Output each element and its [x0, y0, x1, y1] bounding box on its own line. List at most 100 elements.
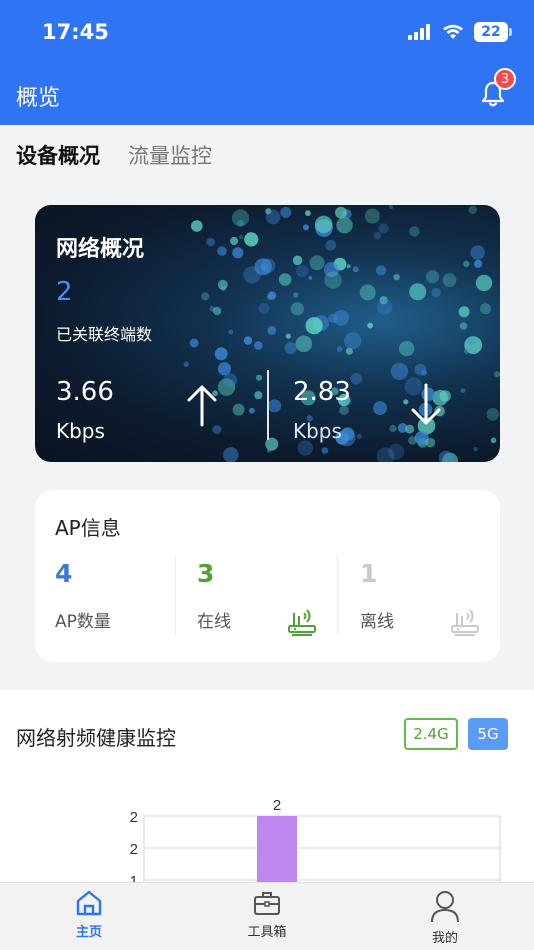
- bokeh-dot: [308, 275, 313, 280]
- bokeh-dot: [278, 273, 292, 286]
- router-online-icon: [288, 609, 316, 636]
- bokeh-dot: [212, 306, 222, 316]
- bokeh-dot: [217, 362, 231, 376]
- bokeh-dot: [474, 259, 483, 268]
- bokeh-dot: [305, 317, 323, 335]
- bokeh-dot: [254, 391, 263, 400]
- ap-divider-1: [175, 555, 176, 635]
- bokeh-dot: [337, 226, 342, 231]
- bokeh-dot: [232, 403, 245, 416]
- bokeh-dot: [464, 348, 470, 354]
- ap-online-value: 3: [197, 559, 215, 588]
- bokeh-dot: [373, 401, 388, 416]
- bokeh-dot: [393, 274, 400, 281]
- bokeh-dot: [409, 283, 427, 301]
- bokeh-dot: [228, 329, 234, 335]
- bokeh-dot: [467, 337, 476, 346]
- bokeh-dot: [284, 342, 297, 354]
- notification-badge: 3: [494, 68, 516, 90]
- bokeh-dot: [336, 217, 353, 234]
- bokeh-dot: [425, 437, 436, 448]
- ap-offline-stat[interactable]: 1 离线: [360, 555, 515, 636]
- band-5g-toggle[interactable]: 5G: [468, 718, 508, 750]
- profile-icon: [431, 891, 459, 923]
- bokeh-dot: [324, 271, 342, 289]
- ap-offline-value: 1: [360, 559, 378, 588]
- bokeh-dot: [217, 279, 228, 290]
- bokeh-dot: [460, 388, 466, 393]
- bokeh-dot: [260, 264, 268, 271]
- radio-health-chart: 2 2 1 2: [0, 780, 534, 882]
- download-speed-unit: Kbps: [293, 419, 342, 443]
- bokeh-dot: [243, 336, 253, 345]
- tab-device-overview[interactable]: 设备概况: [16, 140, 100, 170]
- overview-tabs: 设备概况 流量监控: [16, 140, 212, 170]
- bokeh-dot: [431, 288, 441, 298]
- radio-health-chart-svg: 2 2 1 2: [130, 797, 501, 882]
- bokeh-dot: [425, 270, 440, 284]
- nav-profile-label: 我的: [431, 931, 458, 946]
- ap-info-title: AP信息: [55, 516, 121, 540]
- bokeh-dot: [268, 399, 282, 413]
- tab-traffic-monitor[interactable]: 流量监控: [128, 140, 212, 170]
- bokeh-dot: [244, 232, 259, 247]
- chart-y-tick-label: 2: [130, 841, 138, 858]
- bokeh-dot: [442, 273, 457, 287]
- bokeh-dot: [265, 209, 281, 225]
- bokeh-dot: [223, 373, 238, 388]
- wifi-icon: [443, 24, 463, 39]
- bokeh-dot: [409, 226, 420, 237]
- bokeh-dot: [214, 347, 228, 361]
- network-overview-title: 网络概况: [56, 237, 145, 262]
- bokeh-dot: [364, 208, 380, 224]
- radio-health-title: 网络射频健康监控: [16, 726, 176, 750]
- bokeh-dot: [458, 306, 470, 318]
- bokeh-dot: [480, 303, 491, 315]
- bokeh-dot: [399, 340, 415, 357]
- ap-divider-2: [337, 555, 338, 635]
- chart-data-label: 2: [273, 797, 281, 814]
- bokeh-dot: [325, 239, 337, 251]
- bokeh-dot: [463, 260, 470, 268]
- bokeh-dot: [230, 236, 239, 246]
- chart-y-tick-label: 2: [130, 809, 138, 826]
- bokeh-dot: [336, 346, 343, 352]
- bokeh-dot: [490, 437, 497, 444]
- bokeh-dot: [267, 326, 277, 335]
- bokeh-dot: [486, 408, 500, 421]
- nav-toolbox-label: 工具箱: [247, 925, 287, 940]
- battery-indicator: 22: [474, 22, 512, 42]
- upload-arrow-icon: [187, 385, 217, 427]
- bokeh-dot: [373, 231, 382, 240]
- ap-online-stat[interactable]: 3 在线: [197, 555, 352, 636]
- band-24g-toggle[interactable]: 2.4G: [404, 718, 458, 750]
- bokeh-dot: [255, 374, 263, 381]
- bokeh-dot: [254, 341, 263, 350]
- status-icons: 22: [408, 22, 512, 42]
- ap-online-label: 在线: [197, 612, 231, 632]
- bokeh-dot: [356, 433, 362, 440]
- bokeh-dot: [223, 447, 239, 462]
- ap-total-label: AP数量: [55, 612, 111, 632]
- bokeh-dot: [292, 255, 303, 266]
- bokeh-dot: [285, 333, 291, 339]
- bokeh-dot: [344, 332, 362, 350]
- network-overview-card[interactable]: 网络概况 2 已关联终端数 3.66 Kbps 2.83 Kbps: [35, 205, 500, 462]
- nav-home[interactable]: 主页: [49, 889, 129, 940]
- nav-profile[interactable]: 我的: [405, 889, 485, 946]
- bokeh-dot: [390, 362, 409, 380]
- bokeh-dot: [376, 265, 387, 276]
- app-header: 17:45 22 概览 3: [0, 0, 534, 125]
- download-speed-value: 2.83: [293, 377, 351, 407]
- speed-divider: [267, 370, 269, 440]
- nav-toolbox[interactable]: 工具箱: [227, 889, 307, 940]
- bokeh-dot: [267, 291, 277, 300]
- bokeh-dot: [243, 266, 261, 284]
- ap-offline-label: 离线: [360, 612, 394, 632]
- bokeh-dot: [201, 292, 210, 301]
- bokeh-dot: [493, 371, 500, 378]
- connected-terminals-label: 已关联终端数: [56, 325, 153, 344]
- ap-total-stat[interactable]: 4 AP数量: [55, 555, 210, 635]
- bokeh-dot: [335, 206, 347, 219]
- upload-speed-value: 3.66: [56, 377, 114, 407]
